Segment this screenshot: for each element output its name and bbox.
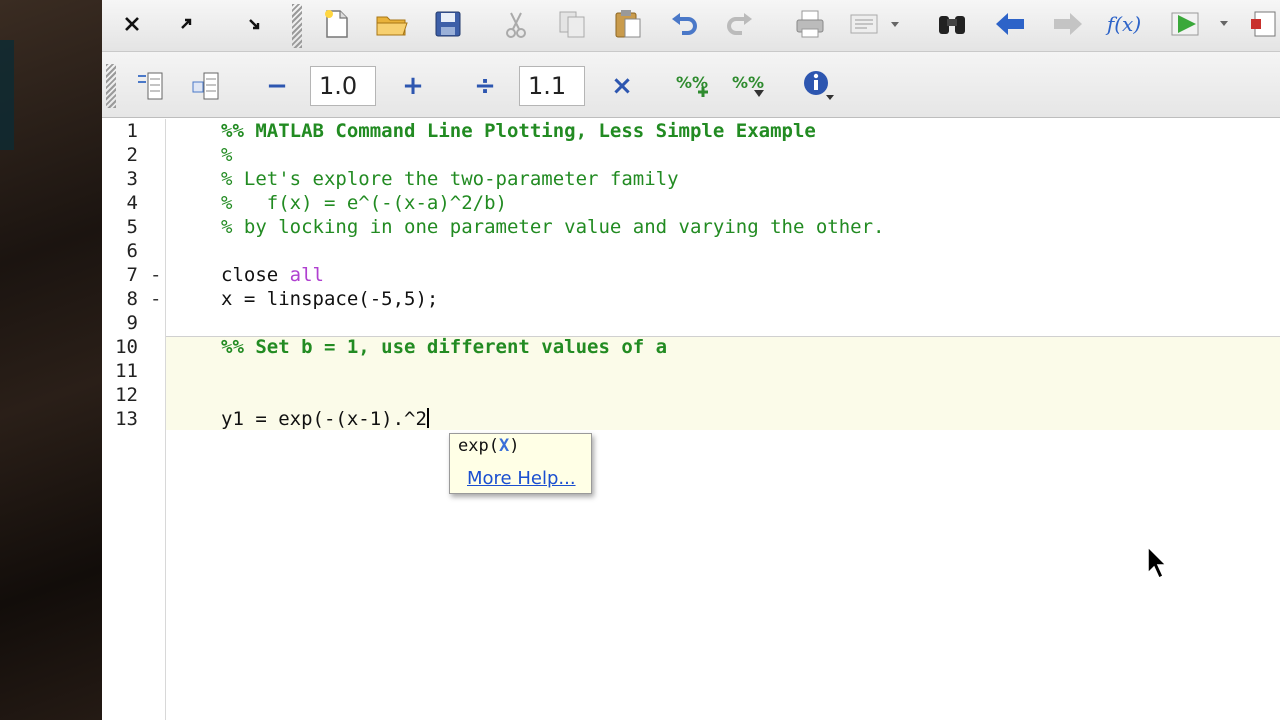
svg-text:%%: %%: [732, 73, 764, 92]
function-argument: X: [498, 436, 510, 456]
more-help-link[interactable]: More Help...: [467, 468, 576, 489]
paste-icon[interactable]: [608, 6, 648, 42]
increment-label: +: [402, 71, 424, 101]
function-signature: exp(X): [458, 436, 520, 456]
toolbar-grip[interactable]: [292, 4, 302, 48]
code-line[interactable]: 1 %% MATLAB Command Line Plotting, Less S…: [102, 119, 1280, 143]
line-number: 6: [126, 240, 138, 262]
code-text: % by locking in one parameter value and …: [221, 215, 884, 239]
copy-icon[interactable]: [552, 6, 592, 42]
mouse-pointer-icon: [1146, 545, 1170, 581]
line-number: 5: [126, 216, 138, 238]
line-number: 2: [126, 144, 138, 166]
increment-button[interactable]: +: [398, 66, 428, 106]
function-icon[interactable]: f(x): [1104, 6, 1144, 42]
code-line[interactable]: 5 % by locking in one parameter value and…: [102, 215, 1280, 239]
code-token: all: [289, 264, 324, 286]
code-line[interactable]: 11: [102, 359, 1280, 383]
code-token: % by locking in one parameter value and …: [221, 216, 885, 238]
cut-icon[interactable]: [496, 6, 536, 42]
editor-window: f(x) − 1.0 + ÷ 1.1 × %% %% 1 %% MATLAB C…: [102, 0, 1280, 720]
text-caret: [426, 408, 429, 428]
evaluate-cell-icon[interactable]: %%: [672, 66, 712, 106]
code-text: %% Set b = 1, use different values of a: [221, 335, 667, 359]
decrement-label: −: [266, 71, 288, 101]
code-token: % f(x) = e^(-(x-a)^2/b): [221, 192, 507, 214]
line-number: 3: [126, 168, 138, 190]
code-text: close all: [221, 263, 324, 287]
code-line[interactable]: 7- close all: [102, 263, 1280, 287]
line-number: 8: [126, 288, 138, 310]
breakpoint-marker[interactable]: -: [150, 263, 161, 287]
main-toolbar: f(x): [102, 0, 1280, 52]
code-line[interactable]: 3 % Let's explore the two-parameter famil…: [102, 167, 1280, 191]
line-number: 7: [126, 264, 138, 286]
find-icon[interactable]: [932, 6, 972, 42]
code-token: y1 = exp(-(x-1).^2: [221, 408, 427, 430]
code-text: % f(x) = e^(-(x-a)^2/b): [221, 191, 507, 215]
line-number: 13: [115, 408, 138, 430]
multiply-label: ×: [611, 71, 633, 101]
run-icon[interactable]: [1164, 6, 1234, 42]
breakpoint-marker[interactable]: -: [150, 287, 161, 311]
code-line[interactable]: 4 % f(x) = e^(-(x-a)^2/b): [102, 191, 1280, 215]
line-number: 1: [126, 120, 138, 142]
redo-icon[interactable]: [720, 6, 760, 42]
line-number: 12: [115, 384, 138, 406]
line-number: 9: [126, 312, 138, 334]
multiply-button[interactable]: ×: [607, 66, 637, 106]
toolbar-grip[interactable]: [106, 64, 116, 108]
print-icon[interactable]: [790, 6, 830, 42]
code-text: y1 = exp(-(x-1).^2: [221, 407, 429, 431]
code-line[interactable]: 12: [102, 383, 1280, 407]
open-folder-icon[interactable]: [372, 6, 412, 42]
line-number: 11: [115, 360, 138, 382]
function-label: f(x): [1106, 12, 1142, 36]
divide-label: ÷: [474, 71, 496, 101]
desktop-background: [0, 0, 102, 720]
function-hint-tooltip: exp(X) More Help...: [449, 433, 592, 494]
forward-icon[interactable]: [1048, 6, 1088, 42]
code-text: % Let's explore the two-parameter family: [221, 167, 679, 191]
cell-value-input-2[interactable]: 1.1: [519, 66, 585, 106]
publish-icon[interactable]: [1242, 6, 1280, 42]
code-editor[interactable]: 1 %% MATLAB Command Line Plotting, Less S…: [102, 119, 1280, 720]
divide-button[interactable]: ÷: [470, 66, 500, 106]
undock-icon[interactable]: [166, 6, 206, 42]
line-number: 4: [126, 192, 138, 214]
close-icon[interactable]: [112, 6, 152, 42]
cell-value-input-1[interactable]: 1.0: [310, 66, 376, 106]
code-line[interactable]: 2%: [102, 143, 1280, 167]
decrement-button[interactable]: −: [262, 66, 292, 106]
code-line[interactable]: 8- x = linspace(-5,5);: [102, 287, 1280, 311]
back-icon[interactable]: [990, 6, 1030, 42]
code-token: % Let's explore the two-parameter family: [221, 168, 679, 190]
code-line[interactable]: 10 %% Set b = 1, use different values of …: [102, 335, 1280, 359]
code-text: x = linspace(-5,5);: [221, 287, 438, 311]
undo-icon[interactable]: [664, 6, 704, 42]
code-token: %% MATLAB Command Line Plotting, Less Si…: [221, 120, 816, 142]
code-line[interactable]: 13 y1 = exp(-(x-1).^2: [102, 407, 1280, 431]
remove-cell-divider-icon[interactable]: [186, 66, 226, 106]
code-line[interactable]: 9: [102, 311, 1280, 335]
new-file-icon[interactable]: [316, 6, 356, 42]
line-number: 10: [115, 336, 138, 358]
cell-toolbar: − 1.0 + ÷ 1.1 × %% %%: [102, 52, 1280, 118]
code-line[interactable]: 6: [102, 239, 1280, 263]
info-icon[interactable]: [798, 66, 838, 106]
code-token: %: [221, 144, 233, 166]
code-text: %: [221, 143, 232, 167]
comment-icon[interactable]: [844, 6, 906, 42]
insert-cell-divider-icon[interactable]: [130, 66, 170, 106]
code-token: %% Set b = 1, use different values of a: [221, 336, 668, 358]
dock-icon[interactable]: [234, 6, 274, 42]
evaluate-advance-icon[interactable]: %%: [728, 66, 768, 106]
save-icon[interactable]: [428, 6, 468, 42]
code-text: %% MATLAB Command Line Plotting, Less Si…: [221, 119, 816, 143]
code-token: close: [221, 264, 290, 286]
code-token: x = linspace(-5,5);: [221, 288, 439, 310]
